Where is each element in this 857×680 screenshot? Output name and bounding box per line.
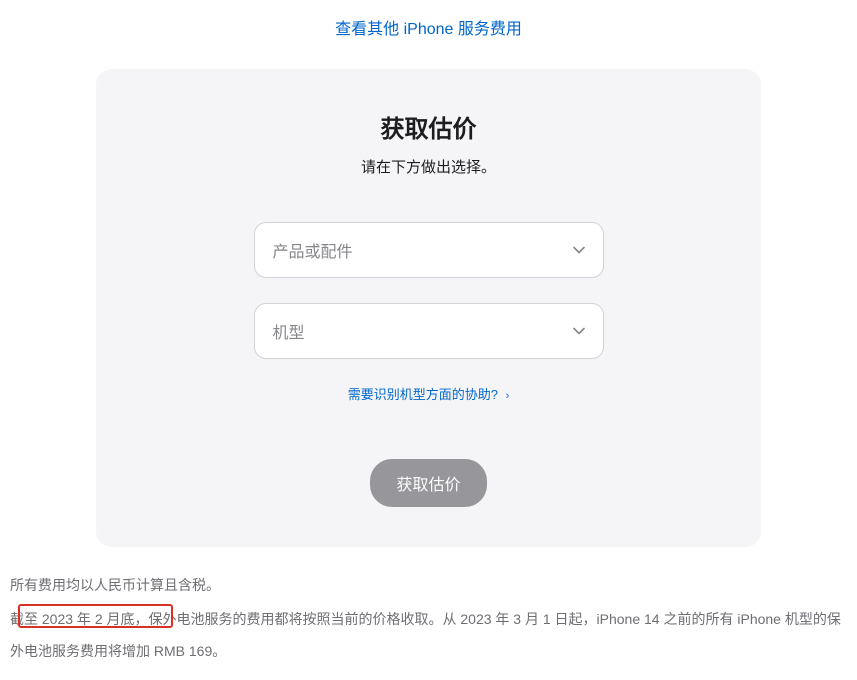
chevron-down-icon <box>573 244 585 256</box>
help-link-row: 需要识别机型方面的协助? › <box>146 384 711 404</box>
card-title: 获取估价 <box>146 109 711 144</box>
chevron-down-icon <box>573 325 585 337</box>
model-select-placeholder: 机型 <box>273 319 305 343</box>
top-link-row: 查看其他 iPhone 服务费用 <box>0 0 857 69</box>
footer-line-2: 截至 2023 年 2 月底，保外电池服务的费用都将按照当前的价格收取。从 20… <box>10 603 847 667</box>
help-link-label: 需要识别机型方面的协助? <box>348 387 498 402</box>
product-select[interactable]: 产品或配件 <box>254 222 604 278</box>
chevron-right-icon: › <box>506 390 510 402</box>
product-select-wrap: 产品或配件 <box>254 222 604 278</box>
identify-model-help-link[interactable]: 需要识别机型方面的协助? › <box>348 387 510 402</box>
footer-line-1: 所有费用均以人民币计算且含税。 <box>10 569 847 601</box>
product-select-placeholder: 产品或配件 <box>273 238 353 262</box>
get-estimate-button[interactable]: 获取估价 <box>370 459 486 507</box>
card-subtitle: 请在下方做出选择。 <box>146 156 711 177</box>
model-select[interactable]: 机型 <box>254 303 604 359</box>
estimate-card: 获取估价 请在下方做出选择。 产品或配件 机型 需要识别机型方面的协助? › 获… <box>96 69 761 547</box>
other-services-link[interactable]: 查看其他 iPhone 服务费用 <box>335 21 522 38</box>
model-select-wrap: 机型 <box>254 303 604 359</box>
footer-notes: 所有费用均以人民币计算且含税。 截至 2023 年 2 月底，保外电池服务的费用… <box>0 547 857 680</box>
